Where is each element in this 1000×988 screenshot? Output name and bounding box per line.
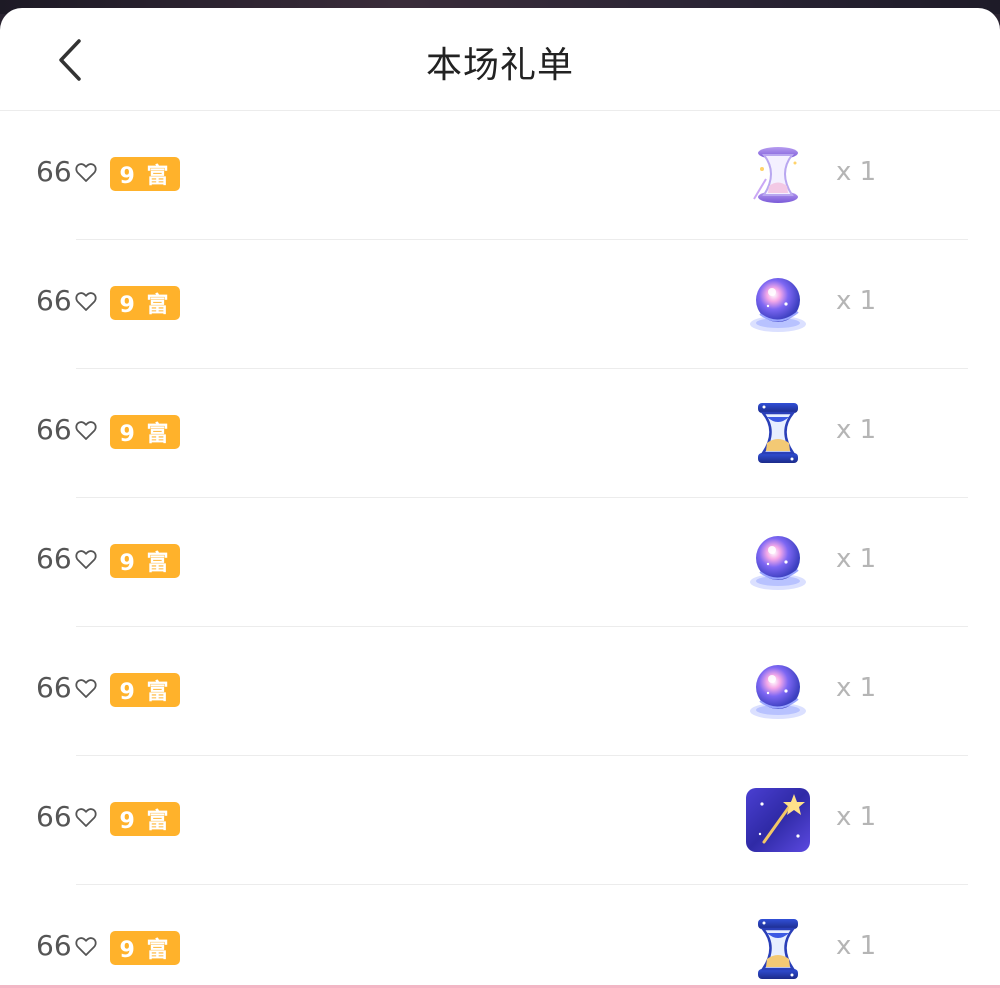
gift-list: 66 9 富 x 1 66 9 富 x 1 66 9 富 x 1 66 9 富 … [0, 111, 1000, 988]
heart-icon [75, 936, 97, 956]
gift-quantity: x 1 [836, 544, 877, 574]
gift-row-content: 66 9 富 x 1 [0, 240, 1000, 368]
gift-row-content: 66 9 富 x 1 [0, 756, 1000, 884]
gift-row: 66 9 富 x 1 [36, 498, 968, 627]
gift-row: 66 9 富 x 1 [36, 369, 968, 498]
amount-value: 66 [36, 155, 72, 188]
heart-icon [75, 807, 97, 827]
amount: 66 [36, 155, 98, 188]
amount-value: 66 [36, 284, 72, 317]
amount-value: 66 [36, 800, 72, 833]
amount: 66 [36, 800, 98, 833]
gift-row: 66 9 富 x 1 [36, 756, 968, 885]
blue-hourglass-icon [742, 397, 814, 469]
gift-row-content: 66 9 富 x 1 [0, 111, 1000, 239]
rich-level-badge: 9 富 [110, 415, 180, 449]
heart-icon [75, 162, 97, 182]
page-title: 本场礼单 [425, 45, 574, 86]
gift-quantity: x 1 [836, 157, 877, 187]
rich-level-badge: 9 富 [110, 286, 180, 320]
rich-level-badge: 9 富 [110, 931, 180, 965]
gift-row-content: 66 9 富 x 1 [0, 498, 1000, 626]
crystal-ball-icon [742, 526, 814, 598]
gift-quantity: x 1 [836, 286, 877, 316]
amount-value: 66 [36, 542, 72, 575]
rich-level-badge: 9 富 [110, 802, 180, 836]
purple-hourglass-icon [742, 139, 814, 211]
magic-wand-icon [742, 784, 814, 856]
gift-row: 66 9 富 x 1 [36, 627, 968, 756]
blue-hourglass-icon [742, 913, 814, 985]
heart-icon [75, 291, 97, 311]
crystal-ball-icon [742, 268, 814, 340]
rich-level-badge: 9 富 [110, 157, 180, 191]
gift-row: 66 9 富 x 1 [36, 885, 968, 988]
gift-row-content: 66 9 富 x 1 [0, 627, 1000, 755]
gift-row-content: 66 9 富 x 1 [0, 885, 1000, 988]
gift-quantity: x 1 [836, 673, 877, 703]
crystal-ball-icon [742, 655, 814, 727]
gift-row: 66 9 富 x 1 [36, 240, 968, 369]
rich-level-badge: 9 富 [110, 673, 180, 707]
gift-row: 66 9 富 x 1 [36, 111, 968, 240]
heart-icon [75, 549, 97, 569]
rich-level-badge: 9 富 [110, 544, 180, 578]
gift-quantity: x 1 [836, 931, 877, 961]
amount: 66 [36, 929, 98, 962]
amount: 66 [36, 671, 98, 704]
gift-row-content: 66 9 富 x 1 [0, 369, 1000, 497]
heart-icon [75, 678, 97, 698]
amount: 66 [36, 284, 98, 317]
amount-value: 66 [36, 413, 72, 446]
heart-icon [75, 420, 97, 440]
header: 本场礼单 [0, 8, 1000, 111]
amount: 66 [36, 413, 98, 446]
gift-quantity: x 1 [836, 802, 877, 832]
gift-quantity: x 1 [836, 415, 877, 445]
amount-value: 66 [36, 929, 72, 962]
amount: 66 [36, 542, 98, 575]
gift-list-sheet: 本场礼单 66 9 富 x 1 66 9 富 x 1 66 9 富 x 1 66… [0, 8, 1000, 988]
amount-value: 66 [36, 671, 72, 704]
